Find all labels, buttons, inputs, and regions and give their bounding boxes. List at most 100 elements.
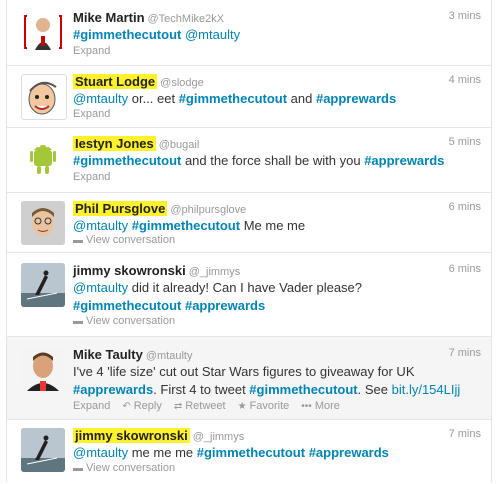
action-label: Expand [73, 400, 111, 412]
action-label: View conversation [86, 315, 176, 327]
reply-icon: ↶ [122, 401, 131, 412]
avatar[interactable] [21, 263, 65, 307]
author-handle[interactable]: @TechMike2kX [148, 13, 225, 25]
reply-button[interactable]: ↶ Reply [122, 400, 162, 412]
tweet-header: Iestyn Jones @bugail 5 mins [73, 136, 481, 153]
tweet-text: @mtaulty me me me #gimmethecutout #appre… [73, 444, 473, 462]
tweet-item[interactable]: jimmy skowronski @_jimmys 7 mins @mtaulty… [7, 420, 491, 482]
tweet-text-fragment: me me me [128, 445, 197, 460]
expand-link[interactable]: Expand [73, 108, 110, 120]
mention-link[interactable]: @mtaulty [73, 91, 128, 106]
tweet-actions: Expand ↶ Reply ⇄ Retweet ★ Favorite ••• More [73, 400, 352, 412]
action-label: Retweet [185, 400, 226, 412]
action-label: Expand [73, 108, 111, 120]
timestamp[interactable]: 6 mins [449, 263, 481, 275]
conversation-icon: ▬ [73, 463, 83, 474]
avatar[interactable] [21, 347, 65, 391]
expand-link[interactable]: Expand [73, 400, 110, 412]
hashtag-link[interactable]: #gimmethecutout [249, 382, 357, 397]
tweet-text-fragment: and [287, 91, 316, 106]
tweet-actions: ▬ View conversation [73, 234, 187, 246]
tweet-item[interactable]: Iestyn Jones @bugail 5 mins #gimmethecuto… [7, 128, 491, 193]
hashtag-link[interactable]: #apprewards [309, 445, 389, 460]
tweet-header: Mike Taulty @mtaulty 7 mins [73, 347, 481, 364]
timestamp[interactable]: 7 mins [449, 347, 481, 359]
tweet-item[interactable]: jimmy skowronski @_jimmys 6 mins @mtaulty… [7, 253, 491, 337]
author-name[interactable]: Mike Martin [73, 10, 145, 25]
action-label: Expand [73, 171, 111, 183]
tweet-item[interactable]: Stuart Lodge @slodge 4 mins @mtaulty or..… [7, 66, 491, 128]
tweet-text: @mtaulty #gimmethecutout Me me me [73, 217, 473, 235]
expand-link[interactable]: Expand [73, 171, 110, 183]
star-icon: ★ [237, 401, 247, 412]
author-name[interactable]: Mike Taulty [73, 347, 143, 362]
hashtag-link[interactable]: #apprewards [316, 91, 396, 106]
timestamp[interactable]: 6 mins [449, 201, 481, 213]
timestamp[interactable]: 4 mins [449, 74, 481, 86]
mention-link[interactable]: @mtaulty [73, 445, 128, 460]
more-button[interactable]: ••• More [301, 400, 340, 412]
action-label: Expand [73, 45, 111, 57]
tweet-actions: ▬ View conversation [73, 462, 187, 474]
hashtag-link[interactable]: #gimmethecutout [73, 298, 181, 313]
tweet-header: Stuart Lodge @slodge 4 mins [73, 74, 481, 91]
tweet-item[interactable]: Mike Martin @TechMike2kX 3 mins #gimmethe… [7, 0, 491, 66]
tweet-actions: ▬ View conversation [73, 315, 187, 327]
view-conversation-link[interactable]: ▬ View conversation [73, 462, 175, 474]
action-label: More [314, 400, 340, 412]
expand-link[interactable]: Expand [73, 45, 110, 57]
view-conversation-link[interactable]: ▬ View conversation [73, 315, 175, 327]
tweet-text: #gimmethecutout @mtaulty [73, 26, 473, 44]
view-conversation-link[interactable]: ▬ View conversation [73, 234, 175, 246]
tweet-actions: Expand [73, 45, 122, 57]
author-handle[interactable]: @slodge [160, 77, 204, 89]
tweet-header: jimmy skowronski @_jimmys 7 mins [73, 428, 481, 445]
tweet-item[interactable]: Mike Taulty @mtaulty 7 mins I've 4 'life … [7, 337, 491, 420]
timestamp[interactable]: 7 mins [449, 428, 481, 440]
author-handle[interactable]: @bugail [159, 139, 200, 151]
tweet-actions: Expand [73, 108, 122, 120]
hashtag-link[interactable]: #gimmethecutout [73, 27, 181, 42]
favorite-button[interactable]: ★ Favorite [238, 400, 290, 412]
avatar[interactable] [21, 136, 65, 180]
mention-link[interactable]: @mtaulty [185, 27, 240, 42]
tweet-text-fragment: did it already! Can I have Vader please? [128, 280, 363, 295]
hashtag-link[interactable]: #apprewards [364, 153, 444, 168]
url-link[interactable]: bit.ly/154LIjj [392, 382, 461, 397]
tweet-header: Mike Martin @TechMike2kX 3 mins [73, 10, 481, 27]
hashtag-link[interactable]: #gimmethecutout [73, 153, 181, 168]
tweet-text-fragment: and the force shall be with you [181, 153, 365, 168]
hashtag-link[interactable]: #gimmethecutout [132, 218, 240, 233]
author-handle[interactable]: @_jimmys [189, 266, 241, 278]
author-name[interactable]: Iestyn Jones [73, 136, 156, 151]
more-icon: ••• [301, 401, 312, 412]
author-name[interactable]: Phil Pursglove [73, 201, 168, 216]
tweet-text: I've 4 'life size' cut out Star Wars fig… [73, 363, 473, 399]
retweet-button[interactable]: ⇄ Retweet [174, 400, 226, 412]
author-handle[interactable]: @_jimmys [193, 431, 245, 443]
avatar[interactable] [21, 10, 65, 54]
action-label: View conversation [86, 234, 176, 246]
mention-link[interactable]: @mtaulty [73, 280, 128, 295]
author-handle[interactable]: @mtaulty [146, 350, 193, 362]
tweet-item[interactable]: Phil Pursglove @philpursglove 6 mins @mta… [7, 193, 491, 253]
author-name[interactable]: jimmy skowronski [73, 428, 190, 443]
timestamp[interactable]: 5 mins [449, 136, 481, 148]
avatar[interactable] [21, 74, 67, 120]
hashtag-link[interactable]: #gimmethecutout [197, 445, 305, 460]
tweet-text-fragment: . First 4 to tweet [153, 382, 250, 397]
mention-link[interactable]: @mtaulty [73, 218, 128, 233]
conversation-icon: ▬ [73, 316, 83, 327]
timestamp[interactable]: 3 mins [449, 10, 481, 22]
hashtag-link[interactable]: #apprewards [73, 382, 153, 397]
timeline: Mike Martin @TechMike2kX 3 mins #gimmethe… [6, 0, 492, 482]
action-label: Reply [133, 400, 162, 412]
author-name[interactable]: Stuart Lodge [73, 74, 158, 89]
tweet-header: jimmy skowronski @_jimmys 6 mins [73, 263, 481, 280]
hashtag-link[interactable]: #gimmethecutout [179, 91, 287, 106]
author-handle[interactable]: @philpursglove [170, 204, 246, 216]
hashtag-link[interactable]: #apprewards [185, 298, 265, 313]
avatar[interactable] [21, 428, 65, 472]
avatar[interactable] [21, 201, 65, 245]
author-name[interactable]: jimmy skowronski [73, 263, 186, 278]
